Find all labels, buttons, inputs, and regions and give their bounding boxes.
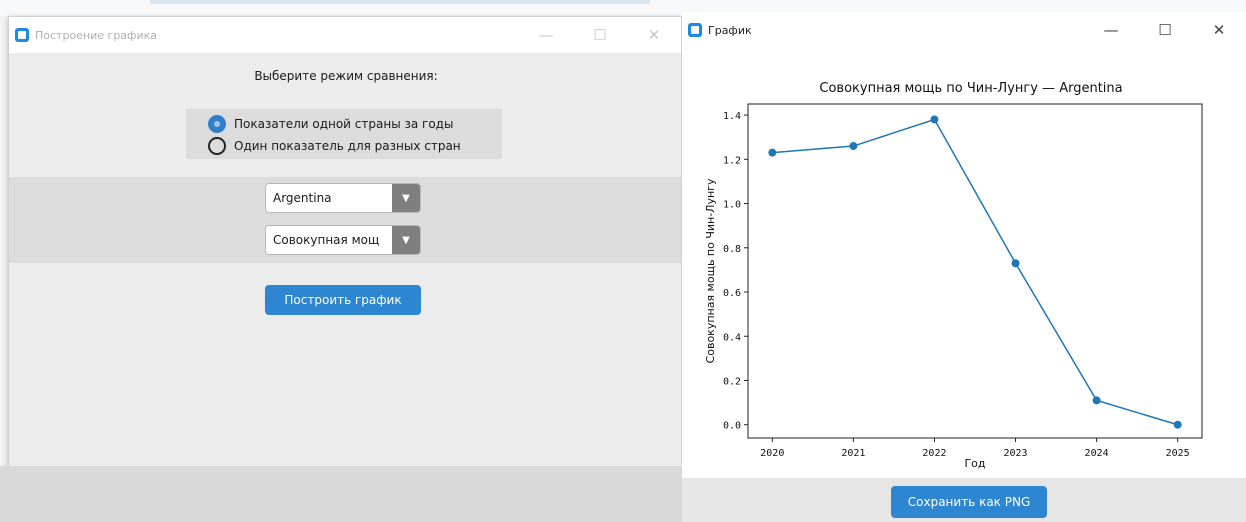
data-point (849, 142, 858, 151)
chart-title: Совокупная мощь по Чин-Лунгу — Argentina (819, 81, 1122, 96)
data-point (768, 148, 777, 157)
plot-frame (747, 103, 1203, 439)
series-line (772, 118, 1178, 426)
mode-prompt: Выберите режим сравнения: (254, 69, 438, 83)
line-chart: Совокупная мощь по Чин-Лунгу — Argentina… (704, 81, 1203, 470)
data-point (1173, 420, 1182, 429)
data-point (1092, 396, 1101, 405)
build-chart-button[interactable]: Построить график (265, 285, 421, 315)
indicator-combobox[interactable]: Совокупная мощ ▼ (265, 225, 421, 255)
close-button[interactable]: ✕ (1192, 12, 1246, 48)
x-tick-label: 2021 (841, 448, 865, 459)
mode-radio-group: Показатели одной страны за годы Один пок… (186, 109, 502, 159)
left-titlebar: Построение графика — ☐ ✕ (9, 17, 681, 53)
y-tick-label: 0.2 (723, 376, 741, 387)
radio-label: Показатели одной страны за годы (234, 117, 454, 131)
minimize-button[interactable]: — (1084, 12, 1138, 48)
right-titlebar: График — ☐ ✕ (682, 12, 1246, 48)
combo-group: Argentina ▼ Совокупная мощ ▼ (9, 177, 681, 263)
chevron-down-icon[interactable]: ▼ (392, 184, 420, 212)
data-point (1011, 259, 1020, 268)
radio-unchecked-icon (208, 137, 226, 155)
app-icon (15, 28, 29, 42)
y-tick-label: 0.8 (723, 244, 741, 255)
desktop-bottom-strip (0, 466, 682, 522)
y-tick-label: 0.0 (723, 421, 741, 432)
close-button[interactable]: ✕ (627, 17, 681, 53)
window-title: График (708, 23, 752, 37)
x-tick-label: 2020 (760, 448, 784, 459)
radio-country-years[interactable]: Показатели одной страны за годы (208, 115, 453, 133)
save-bar: Сохранить как PNG (682, 478, 1246, 522)
indicator-combobox-value: Совокупная мощ (273, 233, 380, 247)
save-png-button[interactable]: Сохранить как PNG (891, 486, 1047, 518)
y-tick-label: 0.4 (723, 332, 741, 343)
maximize-button[interactable]: ☐ (1138, 12, 1192, 48)
left-window-body: Выберите режим сравнения: Показатели одн… (9, 53, 681, 499)
minimize-button[interactable]: — (519, 17, 573, 53)
chevron-down-icon[interactable]: ▼ (392, 226, 420, 254)
y-tick-label: 0.6 (723, 288, 741, 299)
window-title: Построение графика (35, 28, 157, 42)
y-tick-label: 1.4 (723, 111, 741, 122)
data-point (930, 115, 939, 124)
y-axis-label: Совокупная мощь по Чин-Лунгу (704, 178, 717, 363)
y-tick-label: 1.0 (723, 200, 741, 211)
country-combobox-value: Argentina (273, 191, 332, 205)
radio-label: Один показатель для разных стран (234, 139, 461, 153)
x-axis-label: Год (964, 457, 985, 470)
x-tick-label: 2023 (1003, 448, 1027, 459)
chart-window: График — ☐ ✕ Совокупная мощь по Чин-Лунг… (682, 12, 1246, 522)
country-combobox[interactable]: Argentina ▼ (265, 183, 421, 213)
radio-checked-icon (208, 115, 226, 133)
plot-builder-window: Построение графика — ☐ ✕ Выберите режим … (8, 16, 682, 500)
app-icon (688, 23, 702, 37)
maximize-button[interactable]: ☐ (573, 17, 627, 53)
radio-indicator-countries[interactable]: Один показатель для разных стран (208, 137, 461, 155)
chart-area: Совокупная мощь по Чин-Лунгу — Argentina… (682, 48, 1246, 522)
x-tick-label: 2022 (922, 448, 946, 459)
y-tick-label: 1.2 (723, 155, 741, 166)
x-tick-label: 2025 (1166, 448, 1190, 459)
x-tick-label: 2024 (1085, 448, 1109, 459)
